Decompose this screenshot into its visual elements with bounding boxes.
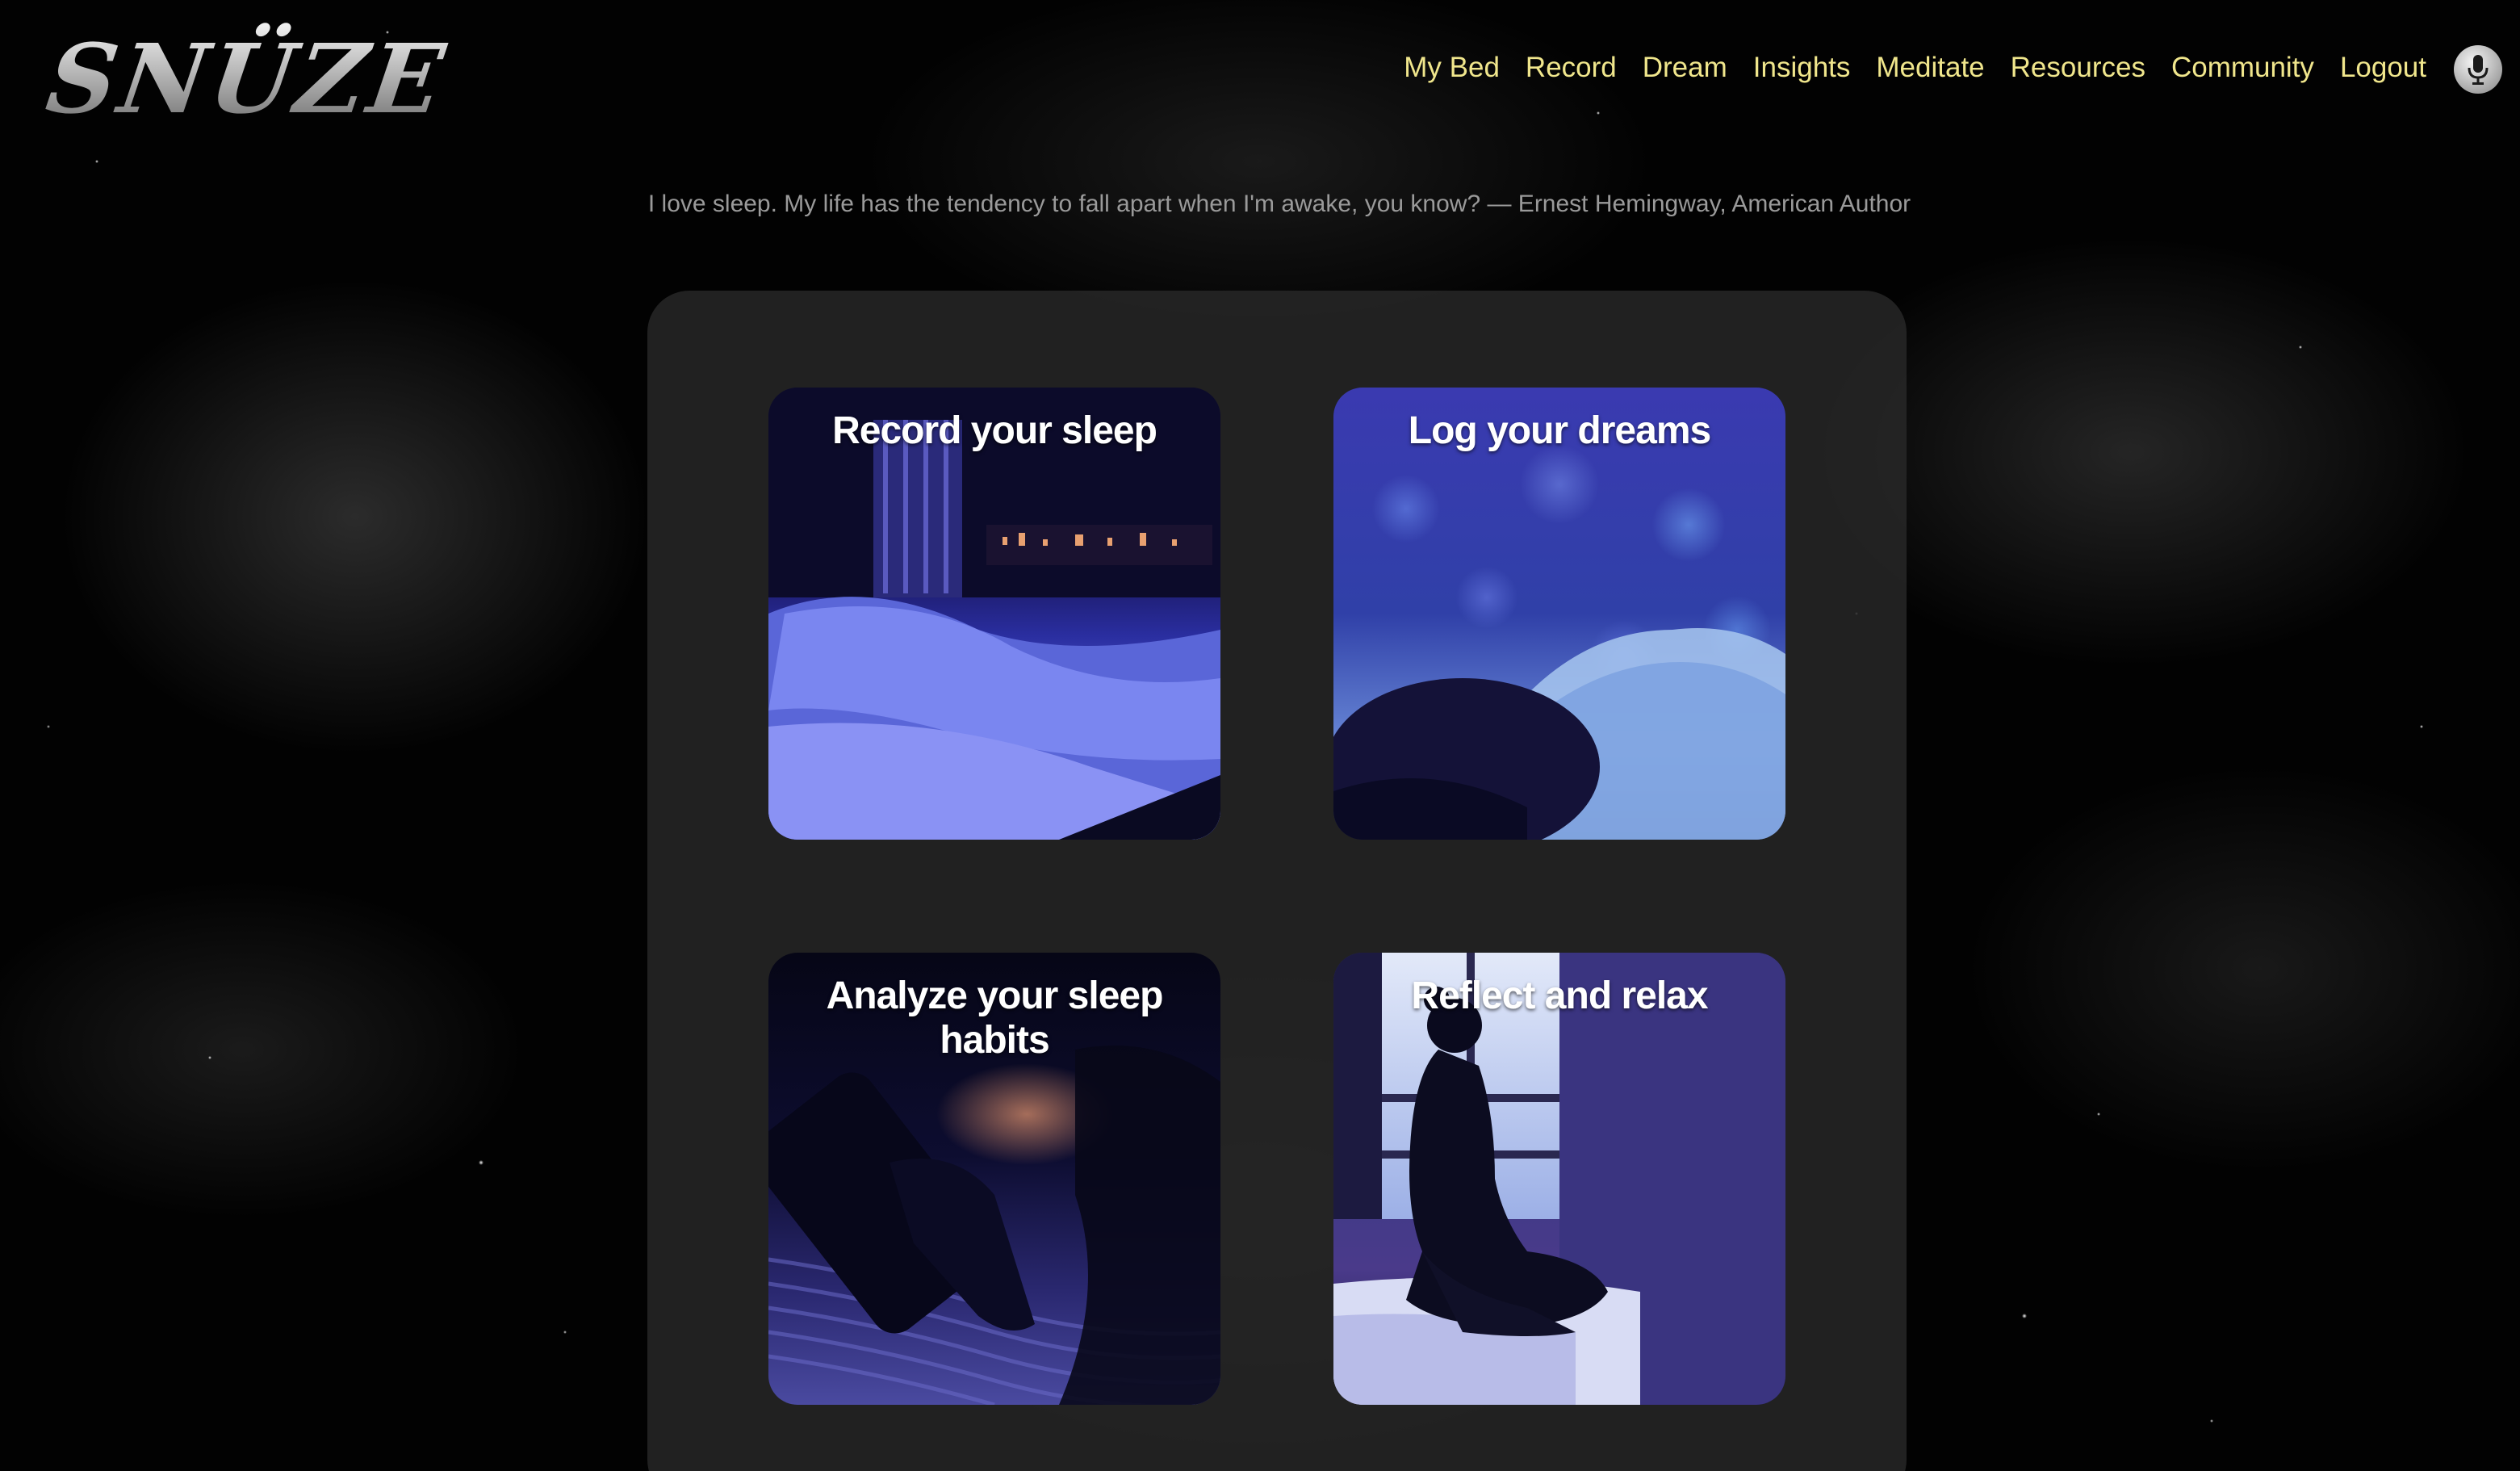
nav-meditate[interactable]: Meditate — [1876, 52, 1984, 84]
nav-resources[interactable]: Resources — [2011, 52, 2145, 84]
card-title: Log your dreams — [1408, 409, 1711, 452]
nav-logout[interactable]: Logout — [2340, 52, 2426, 84]
card-title: Record your sleep — [832, 409, 1157, 452]
card-title: Analyze your sleep habits — [826, 974, 1164, 1062]
card-analyze-habits[interactable]: Analyze your sleep habits — [768, 953, 1220, 1405]
meditating-person-image — [1333, 953, 1785, 1405]
hemingway-quote: I love sleep. My life has the tendency t… — [647, 191, 1911, 217]
card-record-sleep[interactable]: Record your sleep — [768, 388, 1220, 840]
card-reflect-relax[interactable]: Reflect and relax — [1333, 953, 1785, 1405]
card-log-dreams[interactable]: Log your dreams — [1333, 388, 1785, 840]
nav-insights[interactable]: Insights — [1753, 52, 1851, 84]
nav-community[interactable]: Community — [2171, 52, 2314, 84]
card-title: Reflect and relax — [1411, 974, 1708, 1017]
logo[interactable]: SNÜZE — [40, 23, 454, 135]
page: SNÜZE My Bed Record Dream Insights Medit… — [0, 0, 2520, 1471]
nav-dream[interactable]: Dream — [1643, 52, 1727, 84]
bedroom-night-image — [768, 388, 1220, 840]
features-panel: Record your sleep Log your dreams Analyz… — [647, 291, 1907, 1471]
sleeping-person-bokeh-image — [1333, 388, 1785, 840]
microphone-button[interactable] — [2454, 45, 2502, 94]
nav-record[interactable]: Record — [1526, 52, 1617, 84]
nav-my-bed[interactable]: My Bed — [1404, 52, 1500, 84]
main-nav: My Bed Record Dream Insights Meditate Re… — [1404, 52, 2426, 84]
microphone-icon — [2468, 55, 2489, 85]
